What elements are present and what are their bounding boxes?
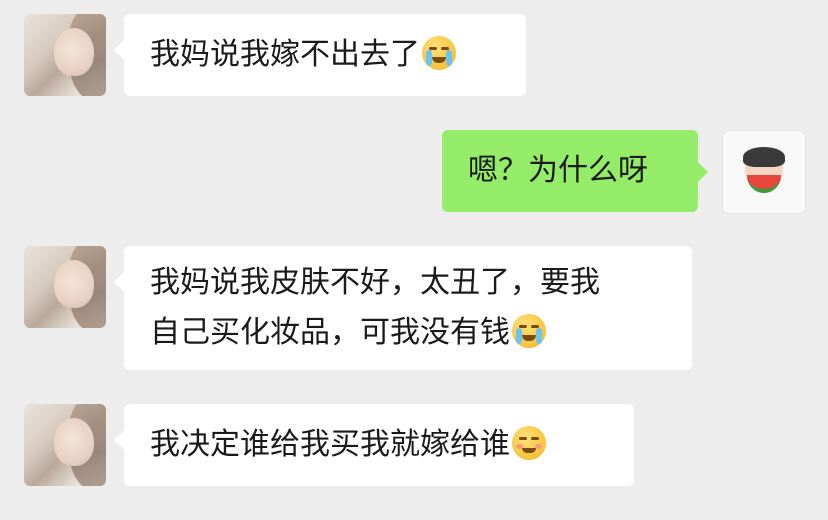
message-text-line: 自己买化妆品，可我没有钱 bbox=[150, 308, 692, 358]
avatar-face bbox=[54, 260, 94, 308]
crying-face-icon bbox=[512, 314, 546, 348]
message-text: 我妈说我嫁不出去了 bbox=[150, 37, 420, 72]
avatar-face bbox=[54, 418, 94, 466]
smiling-face-icon bbox=[512, 426, 546, 460]
avatar-hair bbox=[743, 147, 785, 167]
avatar-face bbox=[54, 28, 94, 76]
message-bubble[interactable]: 我妈说我嫁不出去了 bbox=[114, 14, 526, 96]
message-text: 我决定谁给我买我就嫁给谁 bbox=[150, 427, 510, 462]
contact-avatar[interactable] bbox=[24, 404, 106, 486]
contact-avatar[interactable] bbox=[24, 246, 106, 328]
message-bubble[interactable]: 我决定谁给我买我就嫁给谁 bbox=[114, 404, 634, 486]
message-text-line: 我妈说我皮肤不好，太丑了，要我 bbox=[150, 265, 600, 300]
self-avatar[interactable] bbox=[722, 130, 806, 214]
contact-avatar[interactable] bbox=[24, 14, 106, 96]
message-text: 嗯？为什么呀 bbox=[468, 153, 648, 188]
message-bubble-outgoing[interactable]: 嗯？为什么呀 bbox=[442, 130, 708, 212]
watermelon-icon bbox=[747, 175, 781, 193]
message-bubble[interactable]: 我妈说我皮肤不好，太丑了，要我 自己买化妆品，可我没有钱 bbox=[114, 246, 692, 370]
crying-face-icon bbox=[422, 36, 456, 70]
